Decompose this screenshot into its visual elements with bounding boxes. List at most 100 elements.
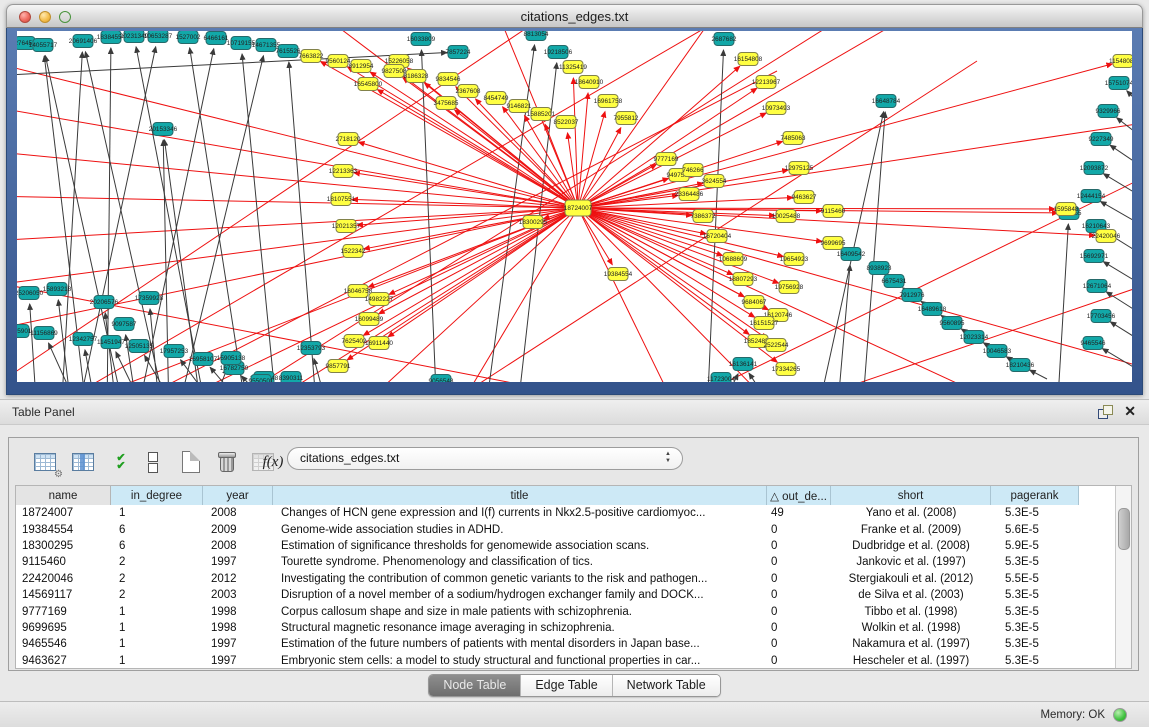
- column-header[interactable]: pagerank: [991, 486, 1079, 505]
- graph-node[interactable]: 14055717: [29, 39, 58, 52]
- table-cell[interactable]: 6: [111, 540, 203, 552]
- graph-node[interactable]: 10973493: [762, 102, 791, 115]
- column-header[interactable]: in_degree: [111, 486, 203, 505]
- graph-node[interactable]: 9857791: [326, 360, 351, 373]
- table-cell[interactable]: Stergiakouli et al. (2012): [831, 573, 991, 585]
- table-cell[interactable]: 18724007: [16, 507, 111, 519]
- table-cell[interactable]: Jankovic et al. (1997): [831, 556, 991, 568]
- column-header[interactable]: title: [273, 486, 767, 505]
- table-cell[interactable]: 5.3E-5: [991, 507, 1079, 519]
- table-cell[interactable]: 5.5E-5: [991, 573, 1079, 585]
- table-cell[interactable]: 9463627: [16, 655, 111, 667]
- graph-node[interactable]: 9684067: [742, 296, 767, 309]
- graph-node[interactable]: 8522037: [554, 116, 579, 129]
- graph-node[interactable]: 746266: [682, 164, 704, 177]
- graph-node[interactable]: 12353793: [297, 342, 326, 355]
- graph-node[interactable]: 16720404: [703, 230, 732, 243]
- table-cell[interactable]: 1998: [203, 622, 273, 634]
- select-all-columns-icon[interactable]: ✔✔: [107, 448, 135, 476]
- table-cell[interactable]: 0: [767, 638, 831, 650]
- table-cell[interactable]: 1: [111, 606, 203, 618]
- table-cell[interactable]: Estimation of the future numbers of pati…: [273, 638, 767, 650]
- graph-node[interactable]: 20691406: [69, 35, 98, 48]
- graph-node[interactable]: 9056548: [429, 375, 454, 383]
- table-row[interactable]: 977716911998Corpus callosum shape and si…: [16, 603, 1116, 619]
- graph-node[interactable]: 18640910: [575, 76, 604, 89]
- network-canvas[interactable]: 1872400712764551140557172069140618384554…: [17, 31, 1132, 382]
- table-row[interactable]: 1456911722003Disruption of a novel membe…: [16, 587, 1116, 603]
- table-cell[interactable]: 9465546: [16, 638, 111, 650]
- graph-node[interactable]: 3475685: [434, 97, 459, 110]
- table-cell[interactable]: 19384554: [16, 524, 111, 536]
- graph-node[interactable]: 17334265: [772, 363, 801, 376]
- graph-node[interactable]: 15893218: [43, 283, 72, 296]
- table-cell[interactable]: 0: [767, 655, 831, 667]
- table-cell[interactable]: Dudbridge et al. (2008): [831, 540, 991, 552]
- graph-node[interactable]: 11451947: [97, 336, 125, 349]
- graph-node[interactable]: 7912976: [900, 289, 925, 302]
- graph-node[interactable]: 12505135: [125, 340, 154, 353]
- graph-node[interactable]: 16545800: [354, 78, 383, 91]
- graph-node[interactable]: 15692971: [1080, 250, 1109, 263]
- graph-node[interactable]: 11156869: [30, 327, 58, 340]
- graph-node[interactable]: 7857224: [446, 46, 471, 59]
- table-cell[interactable]: Disruption of a novel member of a sodium…: [273, 589, 767, 601]
- table-cell[interactable]: 5.3E-5: [991, 589, 1079, 601]
- table-cell[interactable]: 1: [111, 622, 203, 634]
- graph-node[interactable]: 6675431: [882, 275, 907, 288]
- graph-node[interactable]: 9329966: [1096, 105, 1121, 118]
- graph-node[interactable]: 9550501: [249, 375, 274, 383]
- graph-node[interactable]: 17359928: [135, 292, 164, 305]
- graph-node[interactable]: 2687682: [712, 33, 737, 46]
- table-row[interactable]: 946362711997Embryonic stem cells: a mode…: [16, 653, 1116, 669]
- table-cell[interactable]: 0: [767, 589, 831, 601]
- table-cell[interactable]: Changes of HCN gene expression and I(f) …: [273, 507, 767, 519]
- table-cell[interactable]: Estimation of significance thresholds fo…: [273, 540, 767, 552]
- table-cell[interactable]: 0: [767, 524, 831, 536]
- table-settings-icon[interactable]: ⚙: [31, 448, 59, 476]
- graph-node[interactable]: 7955812: [614, 112, 639, 125]
- table-cell[interactable]: 1998: [203, 606, 273, 618]
- graph-node[interactable]: 7615526: [276, 45, 301, 58]
- graph-node[interactable]: 17957253: [160, 345, 189, 358]
- graph-node[interactable]: 2522544: [764, 339, 789, 352]
- graph-node[interactable]: 25206050: [17, 287, 44, 300]
- table-row[interactable]: 2242004622012Investigating the contribut…: [16, 571, 1116, 587]
- tab-network-table[interactable]: Network Table: [612, 675, 720, 696]
- table-cell[interactable]: 9777169: [16, 606, 111, 618]
- table-cell[interactable]: 9699695: [16, 622, 111, 634]
- column-header[interactable]: short: [831, 486, 991, 505]
- delete-table-icon[interactable]: [213, 448, 241, 476]
- graph-node[interactable]: 16154808: [734, 53, 763, 66]
- graph-node[interactable]: 2367608: [456, 85, 481, 98]
- create-table-icon[interactable]: [177, 448, 205, 476]
- vertical-scrollbar[interactable]: [1115, 486, 1131, 668]
- graph-node[interactable]: 9227349: [1089, 133, 1114, 146]
- graph-node[interactable]: 12342757: [69, 333, 98, 346]
- table-cell[interactable]: 14569117: [16, 589, 111, 601]
- table-selector-dropdown[interactable]: citations_edges.txt ▲▼: [287, 447, 683, 470]
- graph-node[interactable]: 19218506: [544, 46, 573, 59]
- graph-node[interactable]: 7386372: [691, 210, 716, 223]
- graph-node[interactable]: 19756928: [775, 281, 804, 294]
- table-cell[interactable]: 1997: [203, 655, 273, 667]
- graph-node[interactable]: 10046583: [983, 345, 1012, 358]
- table-cell[interactable]: Investigating the contribution of common…: [273, 573, 767, 585]
- graph-node[interactable]: 11723004: [707, 373, 735, 383]
- table-cell[interactable]: Tourette syndrome. Phenomenology and cla…: [273, 556, 767, 568]
- graph-node[interactable]: 12213363: [329, 165, 358, 178]
- graph-node[interactable]: 10025488: [772, 210, 801, 223]
- table-row[interactable]: 1830029562008Estimation of significance …: [16, 538, 1116, 554]
- row-height-icon[interactable]: [139, 448, 167, 476]
- table-cell[interactable]: 5.3E-5: [991, 606, 1079, 618]
- table-cell[interactable]: Embryonic stem cells: a model to study s…: [273, 655, 767, 667]
- table-cell[interactable]: 1997: [203, 638, 273, 650]
- table-cell[interactable]: 0: [767, 606, 831, 618]
- graph-node[interactable]: 18210436: [1006, 359, 1035, 372]
- graph-node[interactable]: 8186328: [404, 70, 429, 83]
- graph-node[interactable]: 9463627: [792, 191, 817, 204]
- graph-node[interactable]: 20153346: [149, 123, 178, 136]
- graph-node[interactable]: 9115460: [821, 205, 846, 218]
- graph-node[interactable]: 16961758: [594, 95, 623, 108]
- table-cell[interactable]: Structural magnetic resonance image aver…: [273, 622, 767, 634]
